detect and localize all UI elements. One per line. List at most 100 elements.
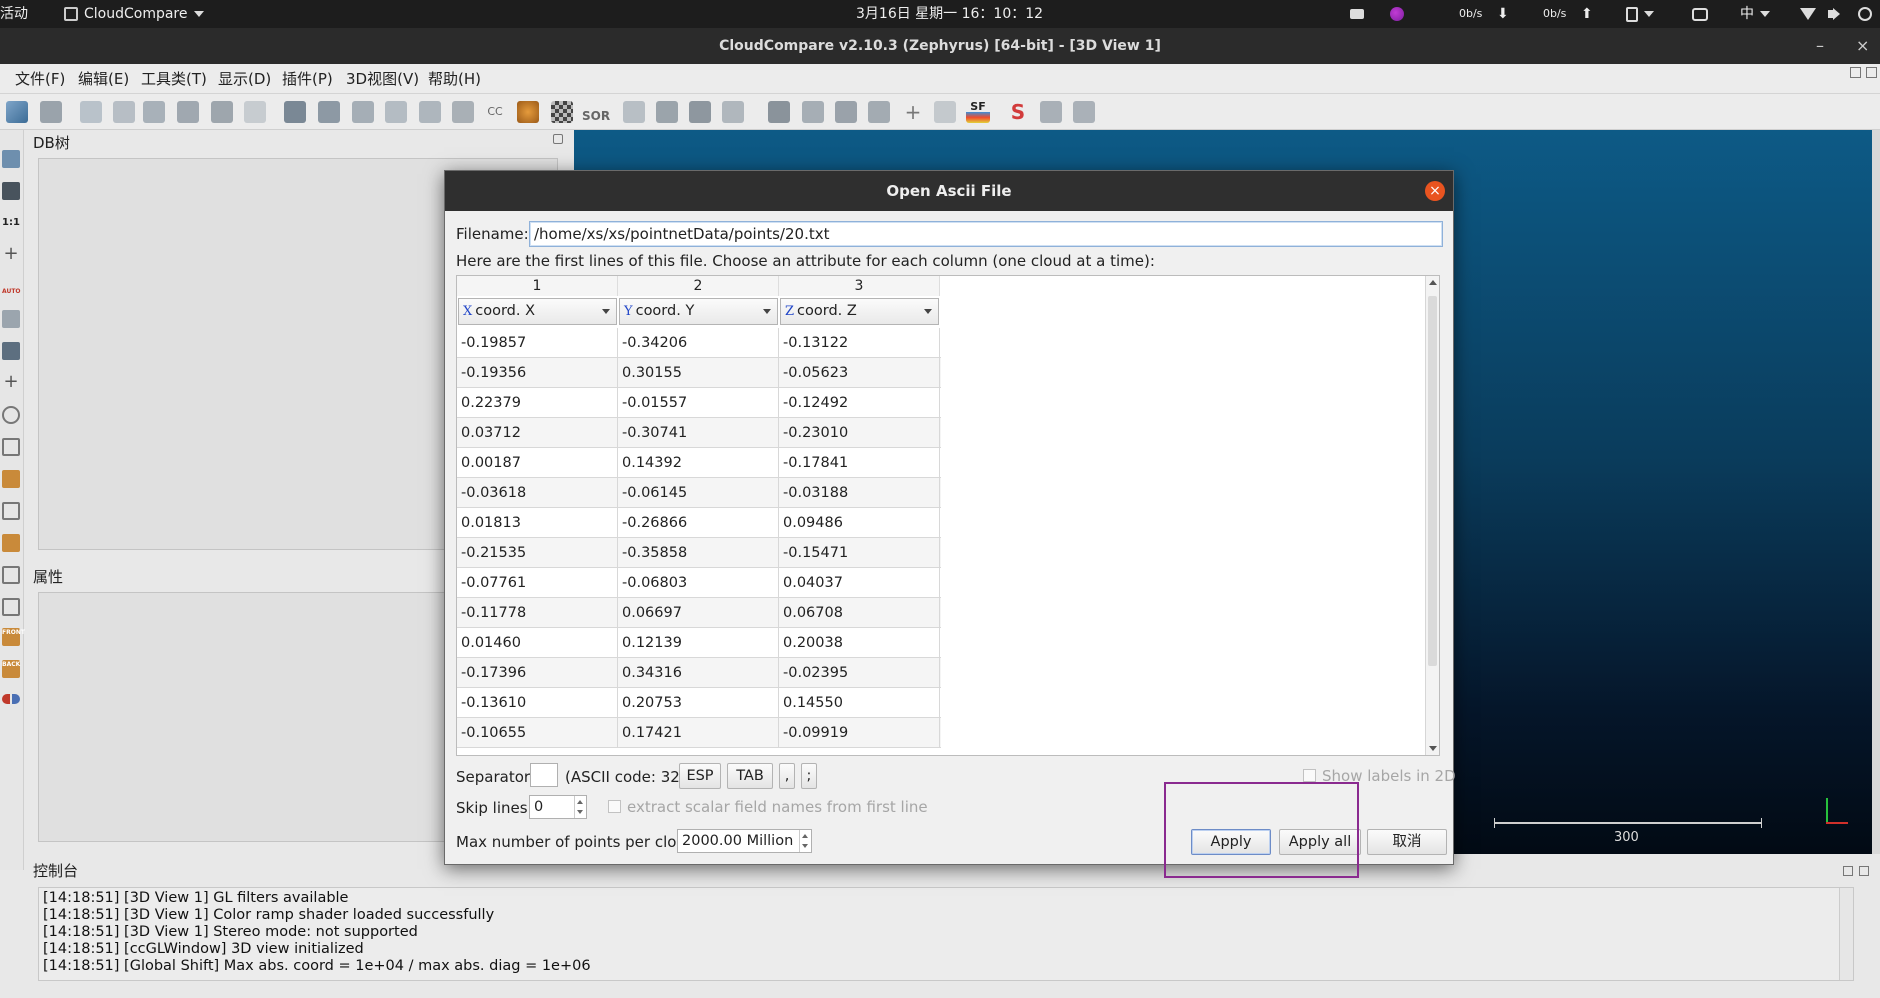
view-bottom-icon[interactable] bbox=[2, 566, 20, 584]
volume-icon[interactable] bbox=[1828, 0, 1840, 28]
sor-icon[interactable]: SOR bbox=[582, 101, 610, 123]
comma-button[interactable]: , bbox=[779, 763, 795, 789]
scatter-icon[interactable] bbox=[1040, 101, 1062, 123]
orient-icon[interactable] bbox=[318, 101, 340, 123]
sf-gradient-icon[interactable]: S bbox=[1007, 101, 1029, 123]
view-right-icon[interactable] bbox=[2, 534, 20, 552]
filename-field[interactable]: /home/xs/xs/pointnetData/points/20.txt bbox=[529, 221, 1443, 247]
sample-icon[interactable] bbox=[143, 101, 165, 123]
firefox-indicator-icon[interactable] bbox=[1390, 0, 1406, 28]
open-icon[interactable] bbox=[6, 101, 28, 123]
translate-icon[interactable] bbox=[656, 101, 678, 123]
table-scrollbar[interactable] bbox=[1425, 276, 1439, 755]
list-icon[interactable] bbox=[113, 101, 135, 123]
console-float-icon[interactable] bbox=[1843, 866, 1853, 876]
front-cube-icon[interactable]: FRONT bbox=[2, 628, 25, 646]
back-cube-icon[interactable]: BACK bbox=[2, 660, 20, 678]
filter-icon[interactable] bbox=[452, 101, 474, 123]
net-up-speed: 0b/s bbox=[1543, 7, 1567, 20]
cc-icon[interactable]: CC bbox=[484, 101, 506, 123]
console-close-icon[interactable] bbox=[1859, 866, 1869, 876]
view-top-icon[interactable] bbox=[2, 438, 20, 456]
columns-table[interactable]: 1 2 3 Xcoord. X Ycoord. Y Zcoord. Z -0.1… bbox=[456, 275, 1440, 756]
tab-button[interactable]: TAB bbox=[727, 763, 773, 789]
spin-arrows-icon[interactable] bbox=[574, 796, 586, 818]
scalar-field-icon[interactable]: SF bbox=[966, 101, 990, 123]
minimize-button[interactable]: – bbox=[1816, 28, 1824, 64]
semicolon-button[interactable]: ; bbox=[801, 763, 817, 789]
clock[interactable]: 3月16日 星期一 16：10：12 bbox=[856, 0, 1043, 28]
transform-icon[interactable] bbox=[80, 101, 102, 123]
spin-arrows-icon[interactable] bbox=[799, 830, 811, 852]
column-3-type-select[interactable]: Zcoord. Z bbox=[780, 298, 939, 325]
normals-icon[interactable] bbox=[284, 101, 306, 123]
plane-icon[interactable] bbox=[689, 101, 711, 123]
zoom-icon[interactable] bbox=[2, 406, 20, 424]
merge-icon[interactable] bbox=[1073, 101, 1095, 123]
skip-lines-spinbox[interactable]: 0 bbox=[529, 795, 587, 819]
scrollbar-thumb[interactable] bbox=[1428, 296, 1437, 666]
window-close-button[interactable]: × bbox=[1856, 28, 1869, 64]
crop-icon[interactable] bbox=[177, 101, 199, 123]
noise-icon[interactable] bbox=[385, 101, 407, 123]
scroll-down-icon[interactable] bbox=[1429, 746, 1437, 751]
float-panel-icon[interactable] bbox=[553, 134, 563, 144]
activities-button[interactable]: 活动 bbox=[0, 0, 28, 28]
menu-edit[interactable]: 编辑(E) bbox=[78, 64, 129, 94]
dialog-close-button[interactable]: × bbox=[1425, 181, 1445, 201]
auto-pivot-icon[interactable]: AUTO bbox=[2, 278, 21, 296]
save-icon[interactable] bbox=[40, 101, 62, 123]
stereo-icon[interactable] bbox=[2, 694, 20, 704]
show-labels-checkbox[interactable] bbox=[1303, 769, 1316, 782]
move-icon[interactable]: + bbox=[2, 373, 20, 392]
console-scrollbar[interactable] bbox=[1839, 888, 1853, 980]
pick-icon[interactable] bbox=[722, 101, 744, 123]
menu-display[interactable]: 显示(D) bbox=[218, 64, 271, 94]
power-icon[interactable] bbox=[1858, 0, 1872, 28]
crosshair-icon[interactable]: + bbox=[2, 245, 20, 264]
octree-icon[interactable] bbox=[352, 101, 374, 123]
clipboard-icon[interactable] bbox=[1626, 0, 1654, 28]
perspective-icon[interactable] bbox=[2, 310, 20, 328]
input-method-menu[interactable]: 中 bbox=[1740, 0, 1770, 28]
wifi-icon[interactable] bbox=[1800, 0, 1816, 28]
restore-icon[interactable] bbox=[1850, 67, 1861, 78]
rabbit-icon[interactable] bbox=[517, 101, 539, 123]
app-menu[interactable]: CloudCompare bbox=[64, 0, 204, 28]
scale-1-1-icon[interactable]: 1:1 bbox=[2, 214, 20, 232]
cancel-button[interactable]: 取消 bbox=[1367, 829, 1447, 855]
view-front-icon[interactable] bbox=[2, 470, 20, 488]
max-points-spinbox[interactable]: 2000.00 Million bbox=[677, 829, 812, 853]
screen-icon[interactable] bbox=[2, 150, 20, 168]
menu-file[interactable]: 文件(F) bbox=[15, 64, 65, 94]
table-icon[interactable] bbox=[868, 101, 890, 123]
density-icon[interactable] bbox=[419, 101, 441, 123]
column-2-type-select[interactable]: Ycoord. Y bbox=[619, 298, 778, 325]
menu-tools[interactable]: 工具类(T) bbox=[141, 64, 207, 94]
camera-indicator-icon[interactable] bbox=[1350, 0, 1366, 28]
delete-icon[interactable] bbox=[244, 101, 266, 123]
compare-icon[interactable] bbox=[835, 101, 857, 123]
add-icon[interactable]: + bbox=[902, 101, 924, 123]
segment-icon[interactable] bbox=[623, 101, 645, 123]
menu-plugins[interactable]: 插件(P) bbox=[282, 64, 333, 94]
checker-icon[interactable] bbox=[551, 101, 573, 123]
column-1-type-select[interactable]: Xcoord. X bbox=[458, 298, 617, 325]
viewer-icon[interactable] bbox=[2, 342, 20, 360]
view-back-icon[interactable] bbox=[2, 598, 20, 616]
menu-3dview[interactable]: 3D视图(V) bbox=[346, 64, 419, 94]
export-icon[interactable] bbox=[211, 101, 233, 123]
view-left-icon[interactable] bbox=[2, 502, 20, 520]
scroll-up-icon[interactable] bbox=[1429, 280, 1437, 285]
camera-icon[interactable] bbox=[2, 182, 20, 200]
separator-input[interactable] bbox=[530, 763, 558, 787]
esp-button[interactable]: ESP bbox=[679, 763, 721, 789]
graph-icon[interactable] bbox=[802, 101, 824, 123]
histogram-icon[interactable] bbox=[768, 101, 790, 123]
extract-sf-checkbox[interactable] bbox=[608, 800, 621, 813]
trash-icon[interactable] bbox=[934, 101, 956, 123]
close-icon[interactable] bbox=[1866, 67, 1877, 78]
console-log[interactable]: [14:18:51] [3D View 1] GL filters availa… bbox=[38, 887, 1854, 981]
menu-help[interactable]: 帮助(H) bbox=[428, 64, 481, 94]
screenshot-icon[interactable] bbox=[1692, 0, 1708, 28]
